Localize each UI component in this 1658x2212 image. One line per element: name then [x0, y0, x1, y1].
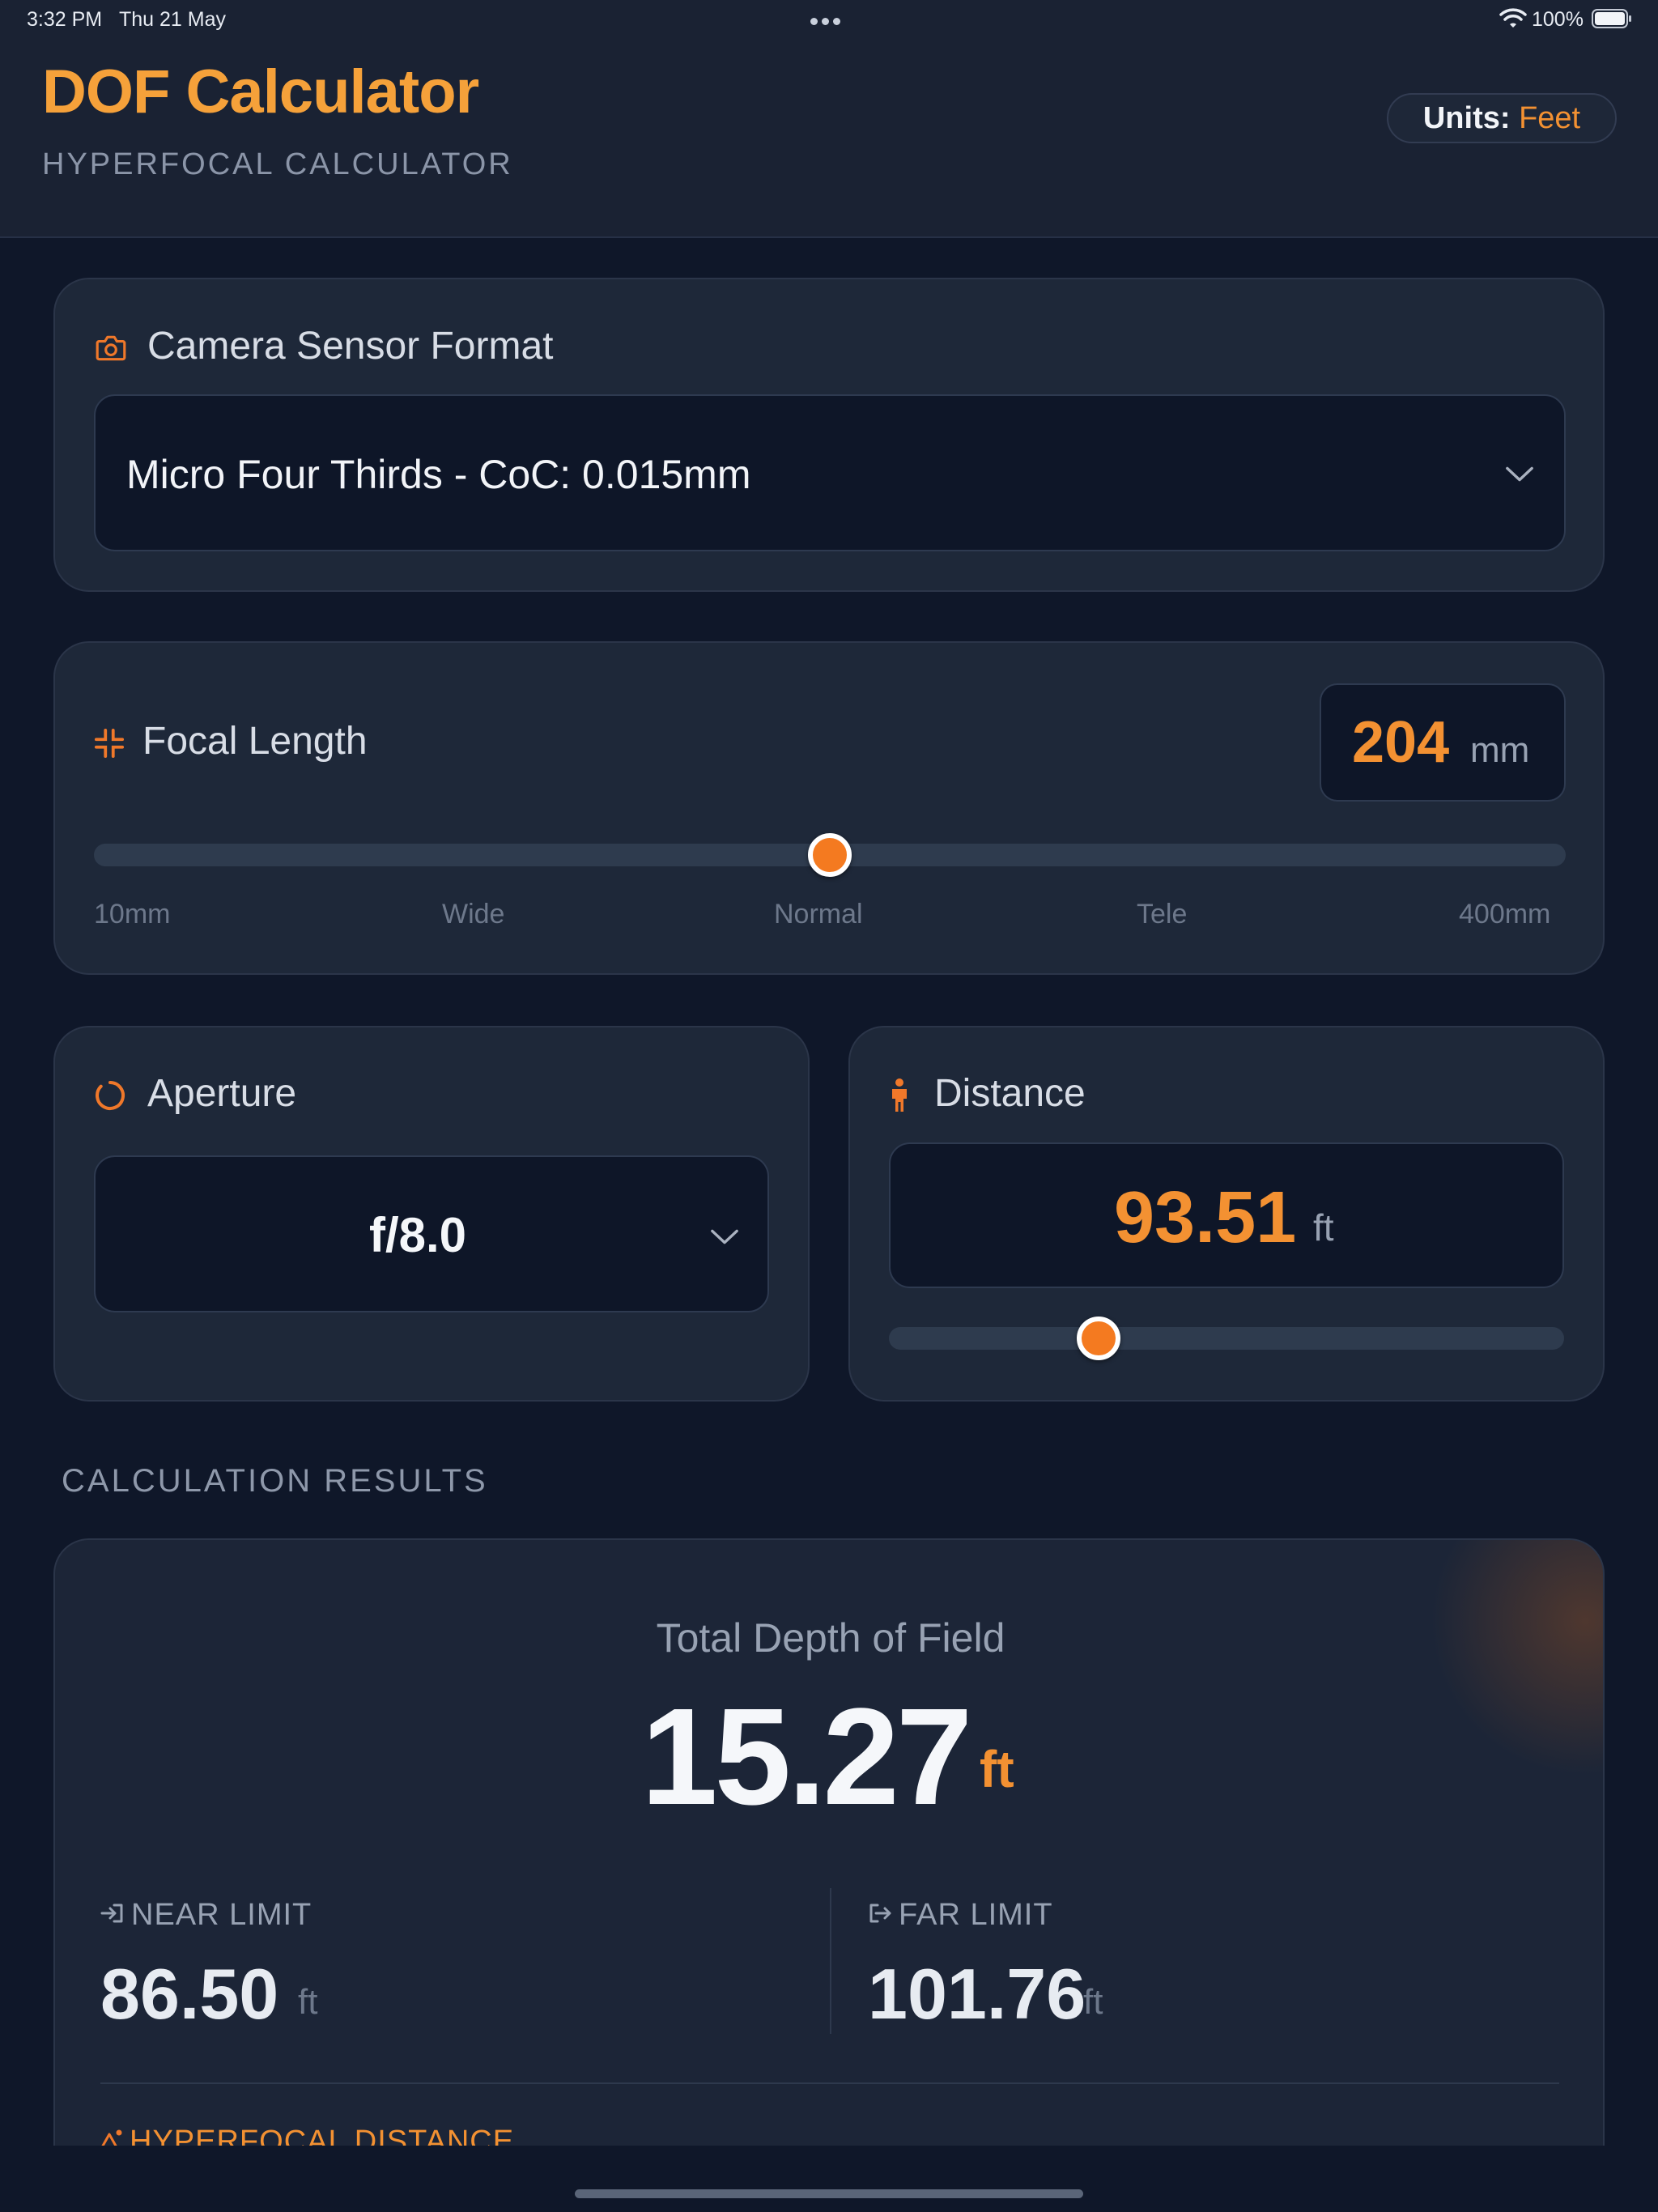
- far-limit-value: 101.76: [868, 1954, 1086, 2034]
- units-label: Units:: [1422, 101, 1511, 135]
- focal-length-title: Focal Length: [142, 720, 368, 763]
- total-dof-unit: ft: [980, 1740, 1014, 1798]
- app-screen: DOF Calculator HYPERFOCAL CALCULATOR Uni…: [0, 0, 1658, 2212]
- battery-percent: 100%: [1532, 8, 1584, 31]
- units-toggle-button[interactable]: Units: Feet: [1387, 93, 1617, 143]
- multitasking-dots-icon[interactable]: [810, 15, 848, 25]
- total-dof-value: 15.27: [641, 1680, 972, 1834]
- focal-length-unit: mm: [1470, 730, 1530, 770]
- sensor-format-title: Camera Sensor Format: [147, 325, 554, 368]
- logout-arrow-icon: [869, 1904, 891, 1923]
- results-divider-vertical: [830, 1888, 831, 2034]
- focal-tick-tele: Tele: [1137, 899, 1188, 929]
- total-dof-label: Total Depth of Field: [656, 1615, 1005, 1661]
- results-heading: CALCULATION RESULTS: [62, 1463, 488, 1499]
- distance-card: Distance 93.51 ft: [848, 1026, 1605, 1402]
- sensor-format-value: Micro Four Thirds - CoC: 0.015mm: [126, 452, 751, 497]
- aperture-select[interactable]: f/8.0: [94, 1155, 769, 1312]
- aperture-icon: [96, 1081, 125, 1110]
- focal-length-value-box[interactable]: 204 mm: [1320, 683, 1566, 802]
- status-bar: 3:32 PM Thu 21 May 100%: [0, 0, 1658, 39]
- login-arrow-icon: [100, 1904, 123, 1923]
- chevron-down-icon: [711, 1229, 738, 1244]
- far-limit-unit: ft: [1083, 1982, 1103, 2022]
- results-card: Total Depth of Field 15.27 ft NEAR LIMIT…: [53, 1538, 1605, 2212]
- sensor-format-select[interactable]: Micro Four Thirds - CoC: 0.015mm: [94, 394, 1566, 551]
- aperture-title: Aperture: [147, 1072, 297, 1115]
- app-subtitle: HYPERFOCAL CALCULATOR: [42, 147, 513, 181]
- distance-title: Distance: [934, 1072, 1086, 1115]
- far-limit-label: FAR LIMIT: [899, 1898, 1053, 1932]
- home-indicator[interactable]: [575, 2189, 1083, 2198]
- focal-length-card: Focal Length 204 mm 10mm Wide Normal Tel…: [53, 641, 1605, 975]
- results-divider-horizontal: [100, 2082, 1559, 2084]
- distance-slider[interactable]: [889, 1327, 1564, 1350]
- units-value: Feet: [1519, 101, 1581, 135]
- aperture-card: Aperture f/8.0: [53, 1026, 810, 1402]
- distance-slider-thumb[interactable]: [1076, 1317, 1120, 1360]
- focal-tick-min: 10mm: [94, 899, 171, 929]
- camera-icon: [96, 335, 126, 361]
- sensor-format-card: Camera Sensor Format Micro Four Thirds -…: [53, 278, 1605, 592]
- near-limit-unit: ft: [298, 1982, 318, 2022]
- aperture-value: f/8.0: [368, 1208, 467, 1262]
- app-title: DOF Calculator: [42, 57, 479, 126]
- near-limit-label: NEAR LIMIT: [131, 1898, 312, 1932]
- battery-icon: [1592, 9, 1631, 28]
- near-limit-value: 86.50: [100, 1954, 279, 2034]
- focal-length-slider-thumb[interactable]: [808, 833, 852, 877]
- distance-unit: ft: [1313, 1206, 1334, 1249]
- focal-tick-max: 400mm: [1459, 899, 1551, 929]
- chevron-down-icon: [1506, 466, 1533, 482]
- focal-tick-normal: Normal: [774, 899, 863, 929]
- focal-length-value: 204: [1352, 710, 1450, 775]
- distance-value: 93.51: [1114, 1177, 1297, 1258]
- status-time: 3:32 PM: [27, 8, 103, 31]
- bottom-safe-area: [0, 2146, 1658, 2212]
- focus-frame-icon: [94, 728, 125, 759]
- distance-value-box[interactable]: 93.51 ft: [889, 1142, 1564, 1288]
- status-date: Thu 21 May: [119, 8, 227, 31]
- wifi-icon: [1499, 8, 1527, 28]
- person-icon: [892, 1078, 907, 1112]
- focal-tick-wide: Wide: [442, 899, 505, 929]
